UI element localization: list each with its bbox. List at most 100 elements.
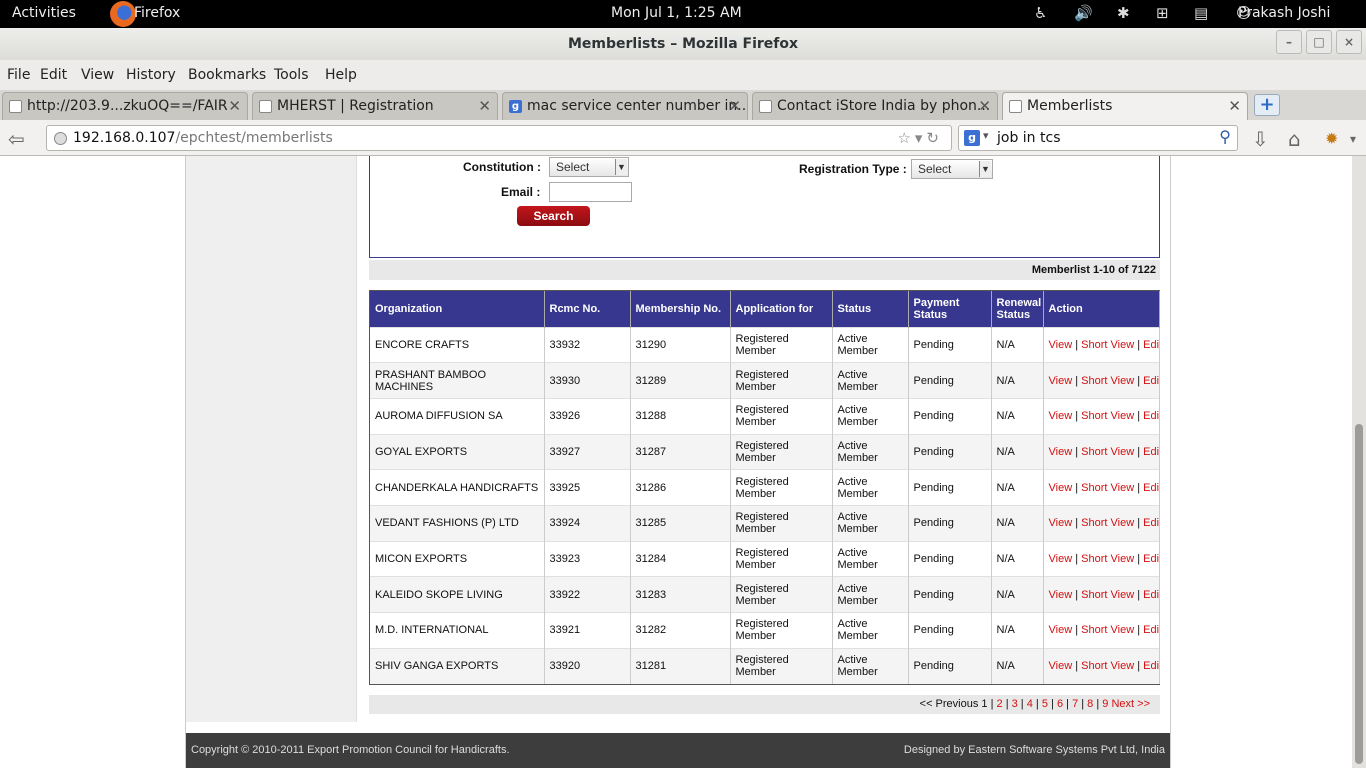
clipboard-icon[interactable]: ▤: [1194, 4, 1208, 22]
tab-istore[interactable]: Contact iStore India by phon... ✕: [752, 92, 998, 120]
search-icon[interactable]: ⚲: [1219, 127, 1231, 146]
short-view-link[interactable]: Short View: [1081, 517, 1134, 529]
view-link[interactable]: View: [1049, 624, 1073, 636]
tab-close-icon[interactable]: ✕: [478, 97, 491, 115]
view-link[interactable]: View: [1049, 482, 1073, 494]
edit-link[interactable]: Edit: [1143, 589, 1158, 601]
page-link[interactable]: 9: [1102, 698, 1108, 710]
short-view-link[interactable]: Short View: [1081, 553, 1134, 565]
vertical-scrollbar[interactable]: [1352, 156, 1366, 768]
edit-link[interactable]: Edit: [1143, 624, 1158, 636]
view-link[interactable]: View: [1049, 410, 1073, 422]
edit-link[interactable]: Edit: [1143, 375, 1158, 387]
menu-tools[interactable]: Tools: [274, 67, 309, 83]
menu-file[interactable]: File: [7, 67, 30, 83]
activities-button[interactable]: Activities: [12, 5, 76, 21]
menu-edit[interactable]: Edit: [40, 67, 67, 83]
view-link[interactable]: View: [1049, 660, 1073, 672]
google-search-engine-icon[interactable]: g: [964, 130, 980, 146]
scrollbar-thumb[interactable]: [1355, 424, 1363, 764]
page-link[interactable]: 3: [1012, 698, 1018, 710]
page-link[interactable]: 2: [997, 698, 1003, 710]
page-link[interactable]: 5: [1042, 698, 1048, 710]
organization-cell: SHIV GANGA EXPORTS: [370, 647, 545, 684]
constitution-select[interactable]: Select ▼: [549, 157, 629, 177]
short-view-link[interactable]: Short View: [1081, 624, 1134, 636]
next-page-link[interactable]: Next >>: [1111, 698, 1150, 710]
minimize-button[interactable]: –: [1276, 30, 1302, 54]
back-arrow-icon[interactable]: ⇦: [8, 127, 25, 151]
membership-cell: 31283: [630, 576, 731, 613]
download-icon[interactable]: ⇩: [1252, 127, 1269, 151]
menu-history[interactable]: History: [126, 67, 176, 83]
payment-status-cell: Pending: [908, 397, 992, 435]
menu-help[interactable]: Help: [325, 67, 357, 83]
new-tab-button[interactable]: +: [1254, 94, 1280, 116]
view-link[interactable]: View: [1049, 446, 1073, 458]
page-link[interactable]: 4: [1027, 698, 1033, 710]
url-bar-buttons[interactable]: ☆▾↻: [897, 129, 943, 147]
short-view-link[interactable]: Short View: [1081, 660, 1134, 672]
url-bar[interactable]: 192.168.0.107/epchtest/memberlists ☆▾↻: [46, 125, 952, 151]
action-cell: View | Short View | Edit: [1043, 612, 1160, 649]
user-menu[interactable]: Prakash Joshi: [1238, 5, 1330, 21]
email-field[interactable]: [549, 182, 632, 202]
edit-link[interactable]: Edit: [1143, 517, 1158, 529]
tab-strip: http://203.9...zkuOQ==/FAIR ✕ MHERST | R…: [0, 90, 1366, 120]
accessibility-icon[interactable]: ♿: [1034, 4, 1047, 22]
short-view-link[interactable]: Short View: [1081, 482, 1134, 494]
menu-bookmarks[interactable]: Bookmarks: [188, 67, 266, 83]
maximize-button[interactable]: □: [1306, 30, 1332, 54]
short-view-link[interactable]: Short View: [1081, 339, 1134, 351]
chevron-down-icon[interactable]: ▾: [983, 129, 989, 142]
edit-link[interactable]: Edit: [1143, 339, 1158, 351]
view-link[interactable]: View: [1049, 339, 1073, 351]
close-window-button[interactable]: ×: [1336, 30, 1362, 54]
page-link[interactable]: 6: [1057, 698, 1063, 710]
payment-status-cell: Pending: [908, 433, 992, 470]
tab-close-icon[interactable]: ✕: [1228, 97, 1241, 115]
search-input[interactable]: job in tcs: [997, 130, 1061, 146]
short-view-link[interactable]: Short View: [1081, 589, 1134, 601]
navigation-toolbar: ⇦ 192.168.0.107/epchtest/memberlists ☆▾↻…: [0, 120, 1366, 156]
home-icon[interactable]: ⌂: [1288, 127, 1301, 151]
bluetooth-icon[interactable]: ✱: [1117, 4, 1130, 22]
edit-link[interactable]: Edit: [1143, 553, 1158, 565]
tab-memberlists[interactable]: Memberlists ✕: [1002, 92, 1248, 120]
search-button[interactable]: Search: [517, 206, 590, 226]
edit-link[interactable]: Edit: [1143, 660, 1158, 672]
tab-close-icon[interactable]: ✕: [228, 97, 241, 115]
chevron-down-icon[interactable]: ▾: [1350, 132, 1356, 146]
page-link[interactable]: 8: [1087, 698, 1093, 710]
short-view-link[interactable]: Short View: [1081, 375, 1134, 387]
tab-close-icon[interactable]: ✕: [978, 97, 991, 115]
view-link[interactable]: View: [1049, 517, 1073, 529]
edit-link[interactable]: Edit: [1143, 446, 1158, 458]
tab-registration[interactable]: MHERST | Registration ✕: [252, 92, 498, 120]
addon-icon[interactable]: ✹: [1325, 129, 1338, 148]
app-menu-label[interactable]: Firefox: [134, 5, 180, 21]
clock[interactable]: Mon Jul 1, 1:25 AM: [611, 5, 742, 21]
edit-link[interactable]: Edit: [1143, 482, 1158, 494]
rcmc-cell: 33926: [544, 397, 631, 435]
tab-fair[interactable]: http://203.9...zkuOQ==/FAIR ✕: [2, 92, 248, 120]
rcmc-cell: 33930: [544, 362, 631, 399]
menu-view[interactable]: View: [81, 67, 114, 83]
network-icon[interactable]: ⊞: [1156, 4, 1169, 22]
search-form: Constitution : Select ▼ Email : Registra…: [369, 156, 1160, 258]
short-view-link[interactable]: Short View: [1081, 446, 1134, 458]
search-bar[interactable]: g ▾ job in tcs ⚲: [958, 125, 1238, 151]
view-link[interactable]: View: [1049, 589, 1073, 601]
view-link[interactable]: View: [1049, 553, 1073, 565]
edit-link[interactable]: Edit: [1143, 410, 1158, 422]
site-identity-icon[interactable]: [54, 132, 67, 145]
tab-close-icon[interactable]: ✕: [728, 97, 741, 115]
short-view-link[interactable]: Short View: [1081, 410, 1134, 422]
registration-type-select[interactable]: Select ▼: [911, 159, 993, 179]
page-icon: [259, 100, 272, 113]
volume-icon[interactable]: 🔊: [1074, 4, 1093, 22]
view-link[interactable]: View: [1049, 375, 1073, 387]
firefox-icon[interactable]: [110, 1, 136, 27]
tab-google-search[interactable]: g mac service center number in... ✕: [502, 92, 748, 120]
page-link[interactable]: 7: [1072, 698, 1078, 710]
